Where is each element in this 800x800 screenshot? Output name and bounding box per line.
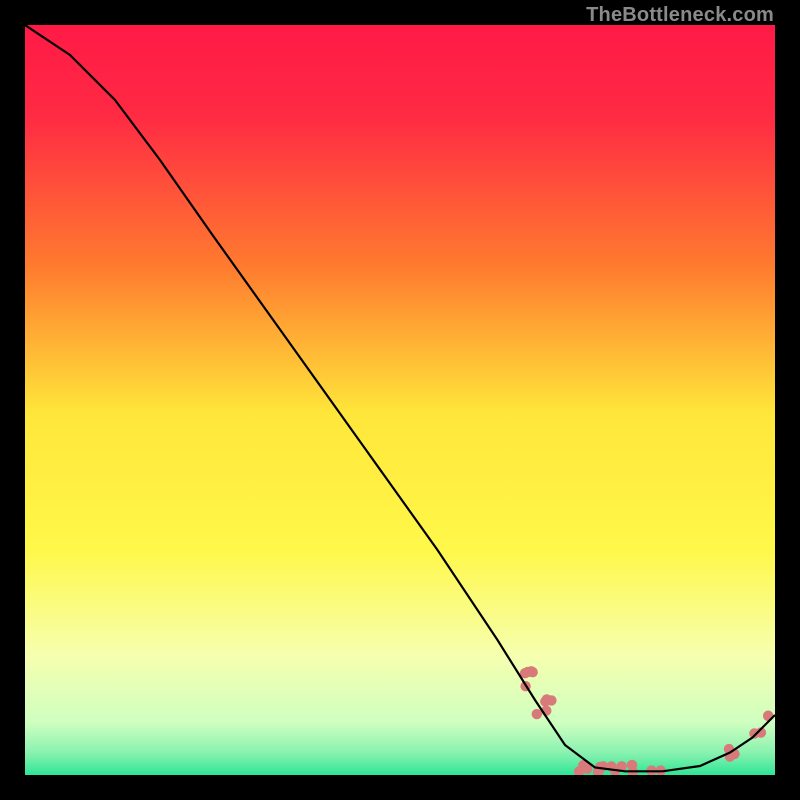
- attribution-label: TheBottleneck.com: [586, 4, 774, 27]
- data-point: [532, 709, 542, 719]
- chart-frame: TheBottleneck.com: [0, 0, 800, 800]
- plot-area: [25, 25, 775, 775]
- gradient-background: [25, 25, 775, 775]
- data-point: [540, 696, 550, 706]
- data-point: [627, 760, 637, 770]
- data-point: [523, 667, 533, 677]
- bottleneck-curve-chart: [25, 25, 775, 775]
